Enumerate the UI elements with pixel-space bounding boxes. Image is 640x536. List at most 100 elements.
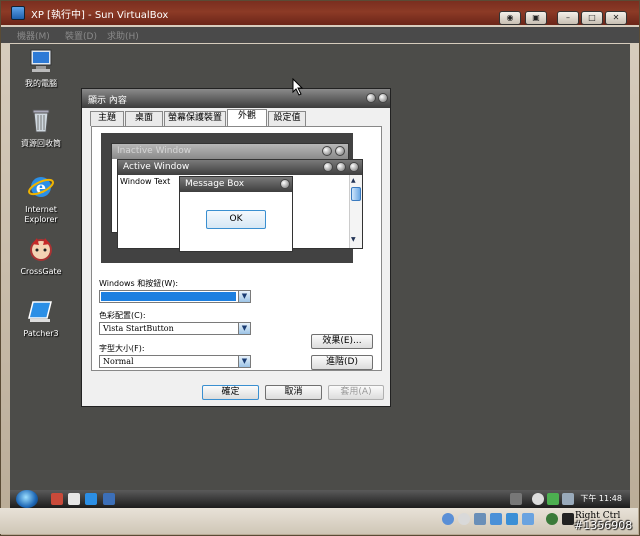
font-size-value: Normal [103, 357, 134, 366]
desktop-icon-label: 資源回收筒 [21, 139, 61, 148]
maximize-icon: □ [588, 13, 596, 22]
tab-screensaver[interactable]: 螢幕保護裝置 [164, 111, 226, 126]
host-maximize-button[interactable]: □ [581, 11, 603, 25]
host-seamless-button[interactable]: ▣ [525, 11, 547, 25]
host-statusbar: Right Ctrl [0, 508, 638, 534]
effects-button[interactable]: 效果(E)... [311, 334, 373, 349]
host-menubar: 機器(M) 裝置(D) 求助(H) [1, 27, 639, 43]
my-computer-icon [30, 49, 52, 72]
status-mouse-integration-icon[interactable] [562, 513, 574, 525]
quicklaunch-ie-icon[interactable] [85, 493, 97, 505]
guest-taskbar: 下午 11:48 [10, 490, 630, 508]
host-window-title: XP [執行中] - Sun VirtualBox [31, 10, 169, 21]
internet-explorer-icon: e [28, 177, 54, 197]
tray-shield-icon[interactable] [547, 493, 559, 505]
preview-active-close-icon [349, 162, 359, 172]
preview-message-close-icon [280, 179, 290, 189]
status-cdrom-icon[interactable] [458, 513, 470, 525]
host-fullscreen-button[interactable]: ◉ [499, 11, 521, 25]
dialog-titlebar[interactable]: 顯示 內容 [82, 89, 390, 108]
apply-button[interactable]: 套用(A) [328, 385, 384, 400]
host-minimize-button[interactable]: – [557, 11, 579, 25]
cancel-button[interactable]: 取消 [265, 385, 322, 400]
status-floppy-icon[interactable] [474, 513, 486, 525]
watermark: #1356908 [574, 519, 633, 532]
preview-inactive-min-icon [322, 146, 332, 156]
menu-devices[interactable]: 裝置(D) [65, 29, 97, 42]
dialog-close-button[interactable] [378, 93, 388, 103]
chevron-down-icon[interactable]: ▼ [238, 356, 250, 367]
host-titlebar[interactable]: XP [執行中] - Sun VirtualBox ◉ ▣ – □ ✕ [1, 1, 639, 25]
tab-desktop[interactable]: 桌面 [125, 111, 163, 126]
font-size-label: 字型大小(F): [99, 344, 145, 353]
scroll-down-icon: ▼ [351, 236, 356, 243]
preview-scroll-thumb [351, 187, 361, 201]
tab-appearance[interactable]: 外觀 [227, 109, 267, 127]
tab-settings[interactable]: 設定值 [268, 111, 306, 126]
seamless-icon: ▣ [532, 13, 540, 22]
ok-button[interactable]: 確定 [202, 385, 259, 400]
windows-buttons-label: Windows 和按鈕(W): [99, 279, 179, 288]
preview-message-titlebar: Message Box [180, 177, 292, 192]
color-scheme-value: Vista StartButton [103, 324, 174, 333]
preview-inactive-close-icon [335, 146, 345, 156]
tray-volume-icon[interactable] [532, 493, 544, 505]
preview-active-max-icon [336, 162, 346, 172]
crossgate-icon [30, 238, 52, 261]
desktop-icon-internet-explorer[interactable]: e Internet Explorer [12, 174, 70, 225]
preview-message-box: Message Box OK [179, 176, 293, 252]
preview-scrollbar: ▲ ▼ [349, 175, 362, 248]
tab-themes[interactable]: 主題 [90, 111, 124, 126]
status-harddisk-icon[interactable] [442, 513, 454, 525]
advanced-button[interactable]: 進階(D) [311, 355, 373, 370]
desktop-icon-label: 我的電腦 [25, 79, 57, 88]
windows-buttons-selection [101, 292, 236, 301]
chevron-down-icon[interactable]: ▼ [238, 323, 250, 334]
appearance-preview: Inactive Window Active Window Window Tex… [101, 133, 363, 263]
quicklaunch-window-icon[interactable] [103, 493, 115, 505]
menu-machine[interactable]: 機器(M) [17, 29, 50, 42]
preview-active-min-icon [323, 162, 333, 172]
dialog-help-button[interactable] [366, 93, 376, 103]
dialog-title: 顯示 內容 [88, 96, 127, 106]
scroll-up-icon: ▲ [351, 177, 356, 184]
windows-buttons-select[interactable]: ▼ [99, 290, 251, 303]
patcher-icon [28, 301, 52, 322]
taskbar-clock: 下午 11:48 [580, 494, 622, 503]
quicklaunch-show-desktop-icon[interactable] [68, 493, 80, 505]
host-close-button[interactable]: ✕ [605, 11, 627, 25]
desktop-icon-label-line2: Explorer [24, 215, 58, 224]
desktop-icon-label: Patcher3 [23, 329, 59, 338]
status-shared-folder-icon[interactable] [522, 513, 534, 525]
desktop-icon-label-line1: Internet [25, 205, 57, 214]
mouse-cursor-icon [292, 78, 304, 96]
preview-window-text: Window Text [120, 177, 171, 186]
color-scheme-label: 色彩配置(C): [99, 311, 146, 320]
start-button[interactable] [16, 490, 38, 508]
status-usb-icon[interactable] [506, 513, 518, 525]
preview-active-title: Active Window [123, 162, 190, 172]
desktop-icon-label: CrossGate [20, 267, 62, 276]
desktop-icon-my-computer[interactable]: 我的電腦 [12, 48, 70, 89]
tray-network-icon[interactable] [562, 493, 574, 505]
quicklaunch-crossgate-icon[interactable] [51, 493, 63, 505]
status-virtualization-icon[interactable] [546, 513, 558, 525]
recycle-bin-icon [32, 109, 50, 133]
chevron-down-icon[interactable]: ▼ [238, 291, 250, 302]
status-network-icon[interactable] [490, 513, 502, 525]
font-size-select[interactable]: Normal ▼ [99, 355, 251, 368]
minimize-icon: – [566, 13, 570, 22]
color-scheme-select[interactable]: Vista StartButton ▼ [99, 322, 251, 335]
tray-keyboard-icon[interactable] [510, 493, 522, 505]
close-icon: ✕ [612, 13, 620, 22]
desktop-icon-crossgate[interactable]: CrossGate [12, 236, 70, 277]
fullscreen-icon: ◉ [506, 13, 514, 22]
virtualbox-app-icon [11, 6, 25, 20]
menu-help[interactable]: 求助(H) [107, 29, 139, 42]
preview-inactive-titlebar: Inactive Window [112, 144, 348, 159]
preview-message-title: Message Box [185, 179, 245, 189]
desktop-icon-patcher3[interactable]: Patcher3 [12, 298, 70, 339]
desktop-icon-recycle-bin[interactable]: 資源回收筒 [12, 108, 70, 149]
preview-ok-button: OK [206, 210, 266, 229]
preview-inactive-title: Inactive Window [117, 146, 192, 156]
